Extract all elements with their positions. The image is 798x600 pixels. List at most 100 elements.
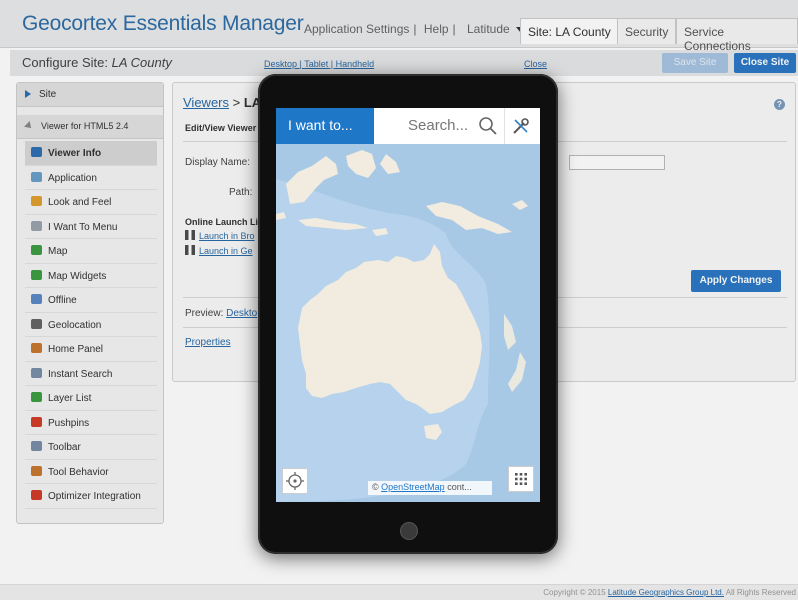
preview-row: Preview: Deskto xyxy=(185,308,257,319)
sidebar-group-site[interactable]: Site xyxy=(17,83,163,107)
copyright-suffix: All Rights Reserved xyxy=(723,588,796,597)
breadcrumb-viewers-link[interactable]: Viewers xyxy=(183,95,229,110)
tablet-preview-frame: I want to... Search... © OpenStreetMap c… xyxy=(258,74,558,554)
tablet-home-button[interactable] xyxy=(400,522,418,540)
pin-icon xyxy=(31,416,42,427)
home-icon xyxy=(31,343,42,353)
menu-help[interactable]: Help xyxy=(424,22,449,36)
sidebar-item-instant-search[interactable]: Instant Search xyxy=(25,362,157,386)
map-view[interactable] xyxy=(276,144,540,502)
help-icon[interactable]: ? xyxy=(774,99,785,110)
display-name-label: Display Name: xyxy=(185,157,251,168)
sidebar-item-label: Offline xyxy=(48,295,77,306)
sidebar-item-label: Map xyxy=(48,246,68,257)
sidebar-group-label: Site xyxy=(39,89,57,100)
sidebar-item-tool-behavior[interactable]: Tool Behavior xyxy=(25,460,157,484)
menu-latitude-label: Latitude xyxy=(467,22,510,36)
sidebar-item-i-want-to-menu[interactable]: I Want To Menu xyxy=(25,215,157,239)
sidebar-item-offline[interactable]: Offline xyxy=(25,288,157,313)
preview-tablet-link[interactable]: Tablet xyxy=(304,59,328,69)
search-icon[interactable] xyxy=(478,116,498,136)
i-want-to-button[interactable]: I want to... xyxy=(276,108,374,144)
app-grid-button[interactable] xyxy=(508,466,534,492)
sidebar-item-map[interactable]: Map xyxy=(25,239,157,264)
sidebar-item-toolbar[interactable]: Toolbar xyxy=(25,435,157,460)
geolocate-button[interactable] xyxy=(282,468,308,494)
sidebar-item-label: Layer List xyxy=(48,393,92,404)
palette-icon xyxy=(31,196,42,206)
sidebar-item-label: Map Widgets xyxy=(48,270,107,282)
crosshair-icon xyxy=(31,318,42,329)
tab-security[interactable]: Security xyxy=(617,18,677,44)
edit-view-label: Edit/View Viewer xyxy=(185,123,257,133)
tablet-screen: I want to... Search... © OpenStreetMap c… xyxy=(276,108,540,502)
breadcrumb: Viewers > LA xyxy=(183,95,261,110)
sidebar-item-viewer-info[interactable]: Viewer Info xyxy=(25,141,157,166)
preview-label: Preview: xyxy=(185,308,227,319)
map-attribution: © OpenStreetMap cont... xyxy=(368,481,492,495)
sidebar-item-optimizer-integration[interactable]: Optimizer Integration xyxy=(25,484,157,509)
preview-handheld-link[interactable]: Handheld xyxy=(336,59,375,69)
display-name-field[interactable] xyxy=(569,155,665,170)
tools-icon[interactable] xyxy=(512,117,530,135)
header-divider xyxy=(504,108,505,144)
online-launch-label: Online Launch Li xyxy=(185,217,259,227)
qr-code-icon xyxy=(185,245,195,255)
sidebar-item-label: Look and Feel xyxy=(48,197,112,208)
sidebar-item-label: I Want To Menu xyxy=(48,221,118,233)
launch-geo-label: Launch in Ge xyxy=(199,246,253,256)
company-link[interactable]: Latitude Geographics Group Ltd. xyxy=(608,588,724,597)
preview-links: Desktop | Tablet | Handheld xyxy=(264,59,375,69)
close-preview-link[interactable]: Close xyxy=(524,59,547,69)
satellite-icon xyxy=(31,294,42,304)
search-icon xyxy=(31,367,42,378)
save-site-button[interactable]: Save Site xyxy=(662,53,728,73)
close-site-button[interactable]: Close Site xyxy=(734,53,796,73)
sidebar-item-label: Tool Behavior xyxy=(48,466,109,478)
configure-title-prefix: Configure Site: xyxy=(22,55,112,70)
sidebar-item-pushpins[interactable]: Pushpins xyxy=(25,411,157,435)
sidebar-item-label: Optimizer Integration xyxy=(48,491,141,502)
openstreetmap-link[interactable]: OpenStreetMap xyxy=(381,482,445,492)
configure-title: Configure Site: LA County xyxy=(22,55,172,70)
sidebar-item-map-widgets[interactable]: Map Widgets xyxy=(25,264,157,288)
sidebar-group-viewer[interactable]: Viewer for HTML5 2.4 xyxy=(17,115,163,139)
sidebar-item-label: Instant Search xyxy=(48,368,113,380)
properties-link[interactable]: Properties xyxy=(185,337,231,348)
sidebar-item-label: Geolocation xyxy=(48,319,102,331)
sidebar-item-layer-list[interactable]: Layer List xyxy=(25,386,157,411)
launch-geo-link[interactable]: Launch in Ge xyxy=(185,245,253,256)
list-icon xyxy=(31,220,42,231)
preview-desktop-link[interactable]: Desktop xyxy=(264,59,297,69)
footer: Copyright © 2015 Latitude Geographics Gr… xyxy=(0,584,798,600)
search-input[interactable]: Search... xyxy=(408,117,468,134)
attribution-prefix: © xyxy=(372,482,382,492)
expand-icon xyxy=(25,90,31,98)
launch-browser-label: Launch in Bro xyxy=(199,231,255,241)
menu-application-settings[interactable]: Application Settings xyxy=(304,22,409,36)
preview-desktop-link-main[interactable]: Deskto xyxy=(226,308,257,319)
pencil-icon xyxy=(31,465,42,476)
sidebar-item-geolocation[interactable]: Geolocation xyxy=(25,313,157,337)
sidebar-item-home-panel[interactable]: Home Panel xyxy=(25,337,157,362)
application-icon xyxy=(31,171,42,182)
sidebar-item-label: Application xyxy=(48,172,97,184)
sidebar: Site Viewer for HTML5 2.4 Viewer Info App… xyxy=(16,82,164,524)
site-name: LA County xyxy=(111,55,172,70)
tab-site[interactable]: Site: LA County xyxy=(520,18,619,44)
configure-bar: Configure Site: LA County Desktop | Tabl… xyxy=(10,50,798,76)
info-icon xyxy=(31,147,42,157)
globe-icon xyxy=(31,245,42,255)
tab-service-connections[interactable]: Service Connections xyxy=(676,18,798,53)
apply-changes-button[interactable]: Apply Changes xyxy=(691,270,781,292)
collapse-icon xyxy=(24,121,34,131)
bars-icon xyxy=(31,490,42,500)
sidebar-item-application[interactable]: Application xyxy=(25,166,157,190)
sidebar-group-label: Viewer for HTML5 2.4 xyxy=(41,121,129,131)
app-header: Geocortex Essentials Manager Application… xyxy=(0,0,798,53)
crosshair-icon xyxy=(286,472,304,490)
attribution-suffix: cont... xyxy=(444,482,472,492)
top-menu: Application Settings | Help | Latitude xyxy=(300,22,534,36)
launch-browser-link[interactable]: Launch in Bro xyxy=(185,230,255,241)
sidebar-item-look-and-feel[interactable]: Look and Feel xyxy=(25,190,157,215)
